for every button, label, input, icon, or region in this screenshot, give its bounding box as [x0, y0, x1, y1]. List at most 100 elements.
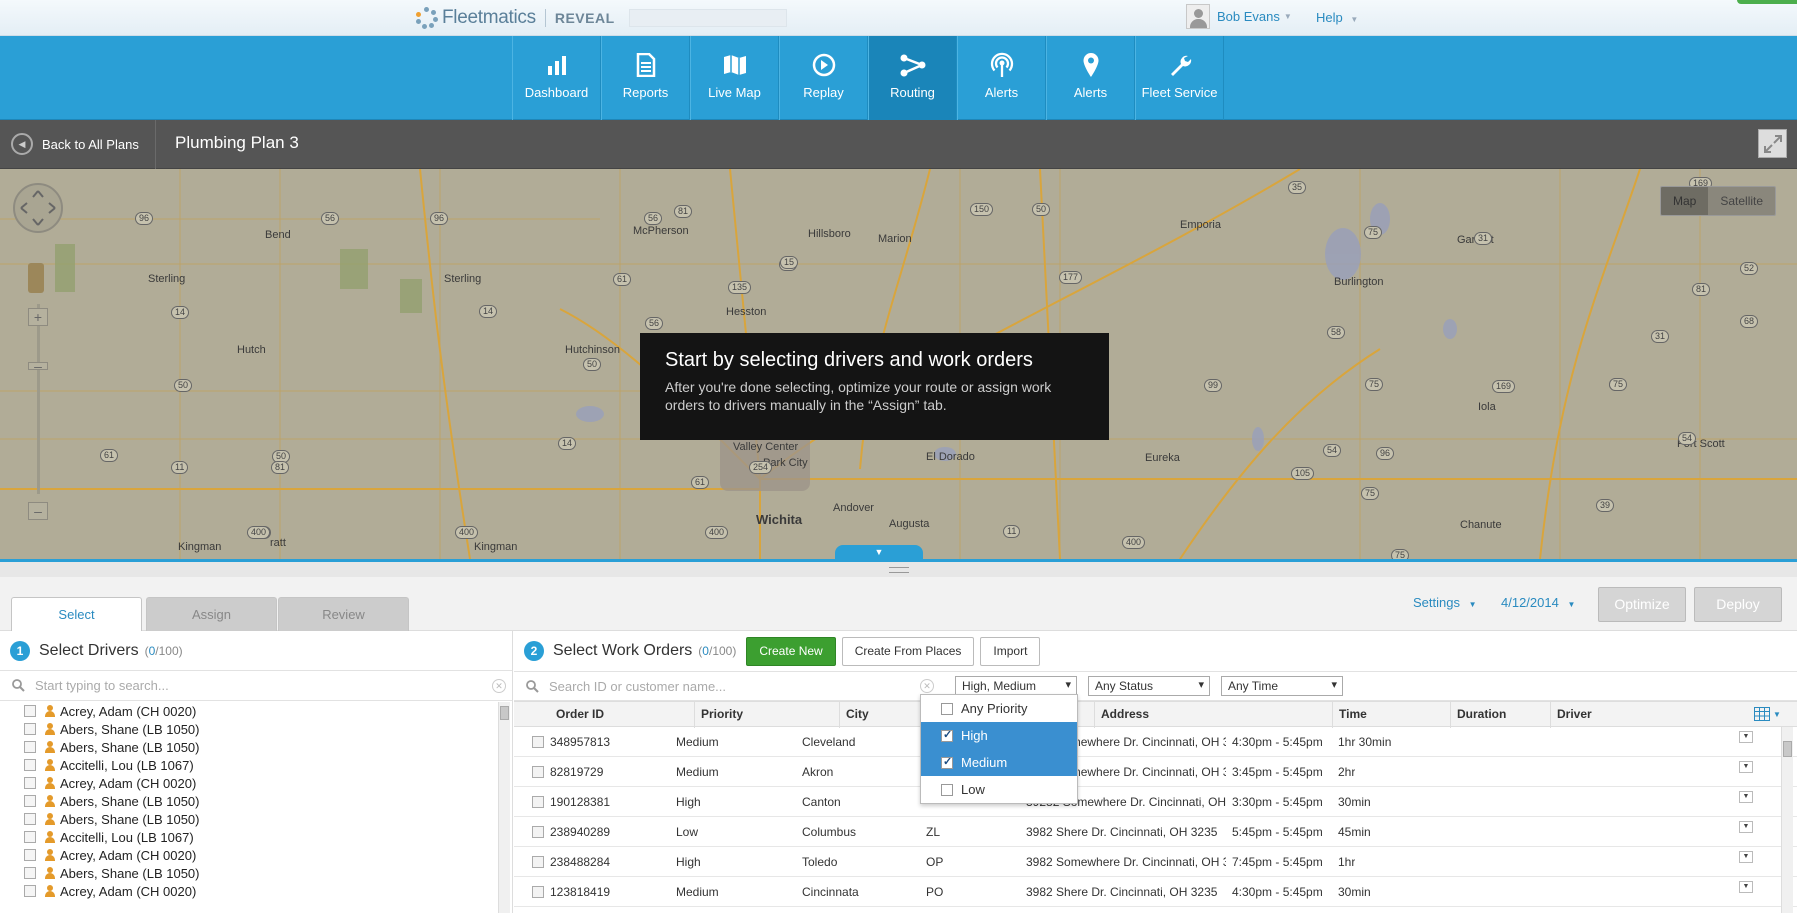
driver-checkbox[interactable]	[24, 723, 36, 735]
drivers-scrollbar[interactable]	[498, 702, 510, 913]
table-row[interactable]: 238488284 High Toledo OP 3982 Somewhere Dr. …	[514, 847, 1797, 877]
table-row[interactable]: 238940289 Low Columbus ZL 3982 Shere Dr. Cin…	[514, 817, 1797, 847]
driver-checkbox[interactable]	[24, 759, 36, 771]
map-type-toggle[interactable]: Map Satellite	[1660, 186, 1777, 216]
nav-live-map[interactable]: Live Map	[690, 36, 779, 120]
priority-filter[interactable]: High, Medium	[955, 676, 1077, 696]
zoom-out-button[interactable]: –	[28, 502, 48, 520]
column-chooser-button[interactable]: ▼	[1754, 704, 1784, 724]
nav-reports[interactable]: Reports	[601, 36, 690, 120]
tab-select[interactable]: Select	[11, 597, 142, 632]
row-menu-button[interactable]: ▼	[1739, 851, 1753, 863]
driver-checkbox[interactable]	[24, 741, 36, 753]
option-checkbox[interactable]	[941, 755, 953, 769]
zoom-slider-handle[interactable]: –	[28, 359, 48, 373]
deploy-button[interactable]: Deploy	[1694, 587, 1782, 622]
priority-option[interactable]: High	[921, 722, 1077, 749]
driver-checkbox[interactable]	[24, 705, 36, 717]
list-item[interactable]: Acrey, Adam (CH 0020)	[0, 774, 500, 792]
drivers-search-input[interactable]	[35, 678, 455, 693]
table-row[interactable]: 190128381 High Canton 39282 Somewhere Dr. C…	[514, 787, 1797, 817]
driver-checkbox[interactable]	[24, 831, 36, 843]
row-menu-button[interactable]: ▼	[1739, 791, 1753, 803]
row-checkbox[interactable]	[532, 886, 544, 898]
zoom-slider[interactable]	[37, 304, 40, 494]
create-new-button[interactable]: Create New	[746, 636, 836, 666]
import-button[interactable]: Import	[980, 636, 1041, 666]
column-time[interactable]: Time	[1332, 702, 1450, 728]
table-row[interactable]: 348957813 Medium Cleveland 3982 Somewhere D…	[514, 727, 1797, 757]
driver-checkbox[interactable]	[24, 777, 36, 789]
row-menu-button[interactable]: ▼	[1739, 821, 1753, 833]
column-order-id[interactable]: Order ID	[550, 702, 604, 728]
scrollbar-thumb[interactable]	[500, 706, 509, 720]
street-view-pegman-icon[interactable]	[28, 263, 44, 293]
row-menu-button[interactable]: ▼	[1739, 761, 1753, 773]
date-selector[interactable]: 4/12/2014 ▼	[1501, 595, 1575, 610]
clear-search-icon[interactable]: ✕	[920, 679, 934, 693]
column-priority[interactable]: Priority	[694, 702, 839, 728]
status-filter[interactable]: Any Status	[1088, 676, 1210, 696]
priority-option[interactable]: Low	[921, 776, 1077, 803]
optimize-button[interactable]: Optimize	[1598, 587, 1686, 622]
pan-control[interactable]	[13, 183, 63, 233]
scrollbar-thumb[interactable]	[1783, 741, 1792, 757]
collapse-map-button[interactable]: ▼	[835, 545, 923, 559]
clear-search-icon[interactable]: ✕	[492, 679, 506, 693]
nav-alerts[interactable]: Alerts	[957, 36, 1046, 120]
back-to-all-plans-link[interactable]: ◀ Back to All Plans	[11, 133, 139, 155]
nav-dashboard[interactable]: Dashboard	[512, 36, 601, 120]
list-item[interactable]: Acrey, Adam (CH 0020)	[0, 882, 500, 900]
nav-fleet-service[interactable]: Fleet Service	[1135, 36, 1224, 120]
nav-alerts-places[interactable]: Alerts	[1046, 36, 1135, 120]
table-row[interactable]: 123818419 Medium Cincinnata PO 3982 Shere Dr…	[514, 877, 1797, 907]
row-checkbox[interactable]	[532, 856, 544, 868]
row-checkbox[interactable]	[532, 796, 544, 808]
option-checkbox[interactable]	[941, 783, 953, 796]
row-checkbox[interactable]	[532, 736, 544, 748]
driver-checkbox[interactable]	[24, 849, 36, 861]
nav-routing[interactable]: Routing	[868, 36, 957, 120]
fleetmatics-logo[interactable]: Fleetmatics REVEAL	[414, 6, 787, 30]
orders-search-input[interactable]	[549, 678, 889, 694]
table-row[interactable]: 82819729 Medium Akron 3982 Somewhere Dr. Ci…	[514, 757, 1797, 787]
create-from-places-button[interactable]: Create From Places	[841, 636, 975, 666]
help-menu[interactable]: Help ▼	[1316, 10, 1358, 25]
map-view-button[interactable]: Map	[1661, 187, 1709, 215]
driver-checkbox[interactable]	[24, 813, 36, 825]
column-address[interactable]: Address	[1094, 702, 1332, 728]
fullscreen-button[interactable]	[1758, 129, 1787, 158]
row-menu-button[interactable]: ▼	[1739, 731, 1753, 743]
tab-review[interactable]: Review	[278, 597, 409, 631]
list-item[interactable]: Acrey, Adam (CH 0020)	[0, 846, 500, 864]
list-item[interactable]: Abers, Shane (LB 1050)	[0, 738, 500, 756]
zoom-in-button[interactable]: +	[28, 308, 48, 326]
driver-checkbox[interactable]	[24, 885, 36, 897]
priority-option[interactable]: Any Priority	[921, 695, 1077, 722]
settings-menu[interactable]: Settings ▼	[1413, 595, 1477, 610]
nav-replay[interactable]: Replay	[779, 36, 868, 120]
panel-splitter[interactable]	[0, 559, 1797, 577]
option-checkbox[interactable]	[941, 702, 953, 715]
satellite-view-button[interactable]: Satellite	[1708, 187, 1776, 215]
driver-checkbox[interactable]	[24, 867, 36, 879]
driver-checkbox[interactable]	[24, 795, 36, 807]
tab-assign[interactable]: Assign	[146, 597, 277, 631]
list-item[interactable]: Abers, Shane (LB 1050)	[0, 810, 500, 828]
list-item[interactable]: Abers, Shane (LB 1050)	[0, 720, 500, 738]
list-item[interactable]: Acrey, Adam (CH 0020)	[0, 702, 500, 720]
list-item[interactable]: Abers, Shane (LB 1050)	[0, 792, 500, 810]
priority-option[interactable]: Medium	[921, 749, 1077, 776]
row-menu-button[interactable]: ▼	[1739, 881, 1753, 893]
column-driver[interactable]: Driver	[1550, 702, 1700, 728]
orders-scrollbar[interactable]	[1781, 727, 1793, 913]
row-checkbox[interactable]	[532, 766, 544, 778]
list-item[interactable]: Abers, Shane (LB 1050)	[0, 864, 500, 882]
option-checkbox[interactable]	[941, 728, 953, 742]
route-map[interactable]: Emporia McPherson Hillsboro Marion Sterling S…	[0, 169, 1797, 559]
list-item[interactable]: Accitelli, Lou (LB 1067)	[0, 756, 500, 774]
row-checkbox[interactable]	[532, 826, 544, 838]
time-filter[interactable]: Any Time	[1221, 676, 1343, 696]
column-duration[interactable]: Duration	[1450, 702, 1550, 728]
user-menu[interactable]: Bob Evans ▼	[1186, 4, 1292, 29]
